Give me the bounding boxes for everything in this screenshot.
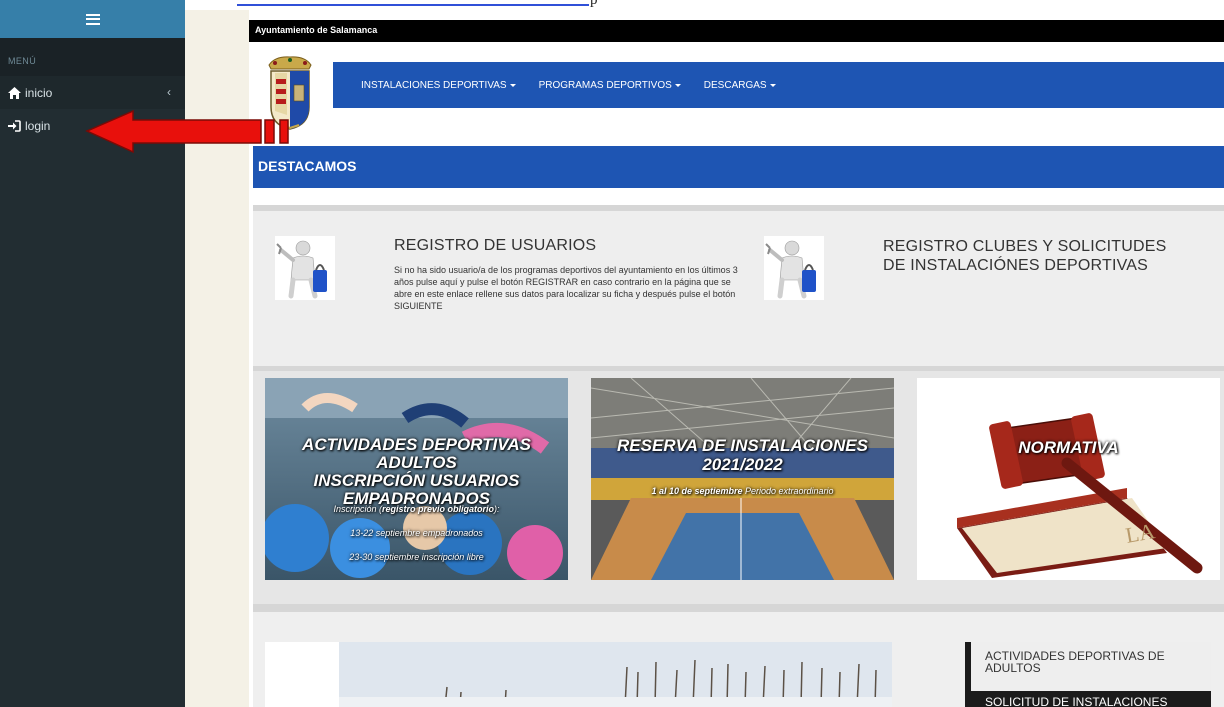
tile-adultos-registro: registro previo obligatorio [382,504,495,514]
hamburger-icon[interactable] [85,13,100,25]
quick-link-actividades-adultos[interactable]: ACTIVIDADES DEPORTIVAS DE ADULTOS [971,642,1211,691]
quick-links: ACTIVIDADES DEPORTIVAS DE ADULTOS SOLICI… [965,642,1211,707]
tile-reserva-dates: 1 al 10 de septiembre [651,486,743,496]
tile-adultos-dates-1: 13-22 septiembre empadronados [350,528,483,538]
user-registration-description: Si no ha sido usuario/a de los programas… [394,265,738,311]
home-icon [7,86,21,100]
tile-adultos-prefix: Inscripción ( [333,504,382,514]
document-strip: p [185,0,1224,10]
sign-in-icon [7,119,21,133]
tile-reserva-title: RESERVA DE INSTALACIONES 2021/2022 [591,436,894,474]
sidebar: MENÚ inicio ‹ login [0,0,185,707]
featured-heading: DESTACAMOS [253,146,1224,188]
user-registration-title[interactable]: REGISTRO DE USUARIOS [394,237,596,255]
sidebar-item-label: inicio [25,85,53,100]
red-arrow-annotation [85,109,289,154]
sidebar-item-inicio[interactable]: inicio ‹ [0,76,185,109]
winter-trees-photo [265,642,892,707]
user-registration-image[interactable] [275,236,335,300]
nav-descargas[interactable]: DESCARGAS [704,80,776,91]
club-registration-title-line2: DE INSTALACIÓNES DEPORTIVAS [883,257,1149,274]
tile-adultos-dates-2: 23-30 septiembre inscripción libre [349,552,484,562]
nav-programas-deportivos[interactable]: PROGRAMAS DEPORTIVOS [539,80,681,91]
document-link[interactable] [237,0,589,6]
main-navbar: INSTALACIONES DEPORTIVAS PROGRAMAS DEPOR… [333,62,1224,108]
book-lettering: LA [1124,518,1157,548]
caret-down-icon [509,83,516,87]
menu-header: MENÚ [0,38,185,76]
tile-adultos-title: ACTIVIDADES DEPORTIVAS ADULTOS INSCRIPCI… [265,436,568,508]
tile-reserva-periodo: 1 al 10 de septiembre Periodo extraordin… [591,486,894,496]
sports-hall-photo [591,378,894,580]
sidebar-item-label: login [25,118,51,133]
nav-label: PROGRAMAS DEPORTIVOS [538,79,672,91]
club-registration-image[interactable] [764,236,824,300]
tile-adultos-line1: ACTIVIDADES DEPORTIVAS ADULTOS [302,435,531,472]
caret-down-icon [674,83,681,87]
nav-instalaciones-deportivas[interactable]: INSTALACIONES DEPORTIVAS [361,80,516,91]
main-page: Ayuntamiento de Salamanca INSTALACIONES … [249,10,1224,707]
gavel-image: LA [917,378,1220,580]
nav-label: INSTALACIONES DEPORTIVAS [361,79,507,91]
tile-adultos-suffix: ): [494,504,500,514]
document-text: p [590,0,598,8]
tile-adultos-line2: INSCRIPCIÓN USUARIOS [313,471,520,490]
tile-reserva-instalaciones[interactable]: RESERVA DE INSTALACIONES 2021/2022 1 al … [591,378,894,580]
park-photo[interactable] [265,642,892,707]
tile-reserva-periodo-text: Periodo extraordinario [742,486,834,496]
sidebar-toggle[interactable] [0,0,185,38]
caret-down-icon [769,83,776,87]
club-registration-title-line1: REGISTRO CLUBES Y SOLICITUDES [883,238,1167,255]
tile-normativa-title: NORMATIVA [1018,438,1119,457]
tile-reserva-line1: RESERVA DE INSTALACIONES [617,436,868,455]
chevron-left-icon[interactable]: ‹ [167,85,171,99]
tile-adultos-inscripcion: Inscripción (registro previo obligatorio… [265,504,568,514]
site-topbar: Ayuntamiento de Salamanca [249,20,1224,42]
tile-normativa[interactable]: LA NORMATIVA [917,378,1220,580]
club-registration-title[interactable]: REGISTRO CLUBES Y SOLICITUDES DE INSTALA… [883,237,1167,275]
tile-actividades-adultos[interactable]: ACTIVIDADES DEPORTIVAS ADULTOS INSCRIPCI… [265,378,568,580]
tile-reserva-line2: 2021/2022 [702,455,783,474]
quick-link-solicitud-instalaciones[interactable]: SOLICITUD DE INSTALACIONES [985,691,1211,707]
nav-label: DESCARGAS [703,79,767,91]
